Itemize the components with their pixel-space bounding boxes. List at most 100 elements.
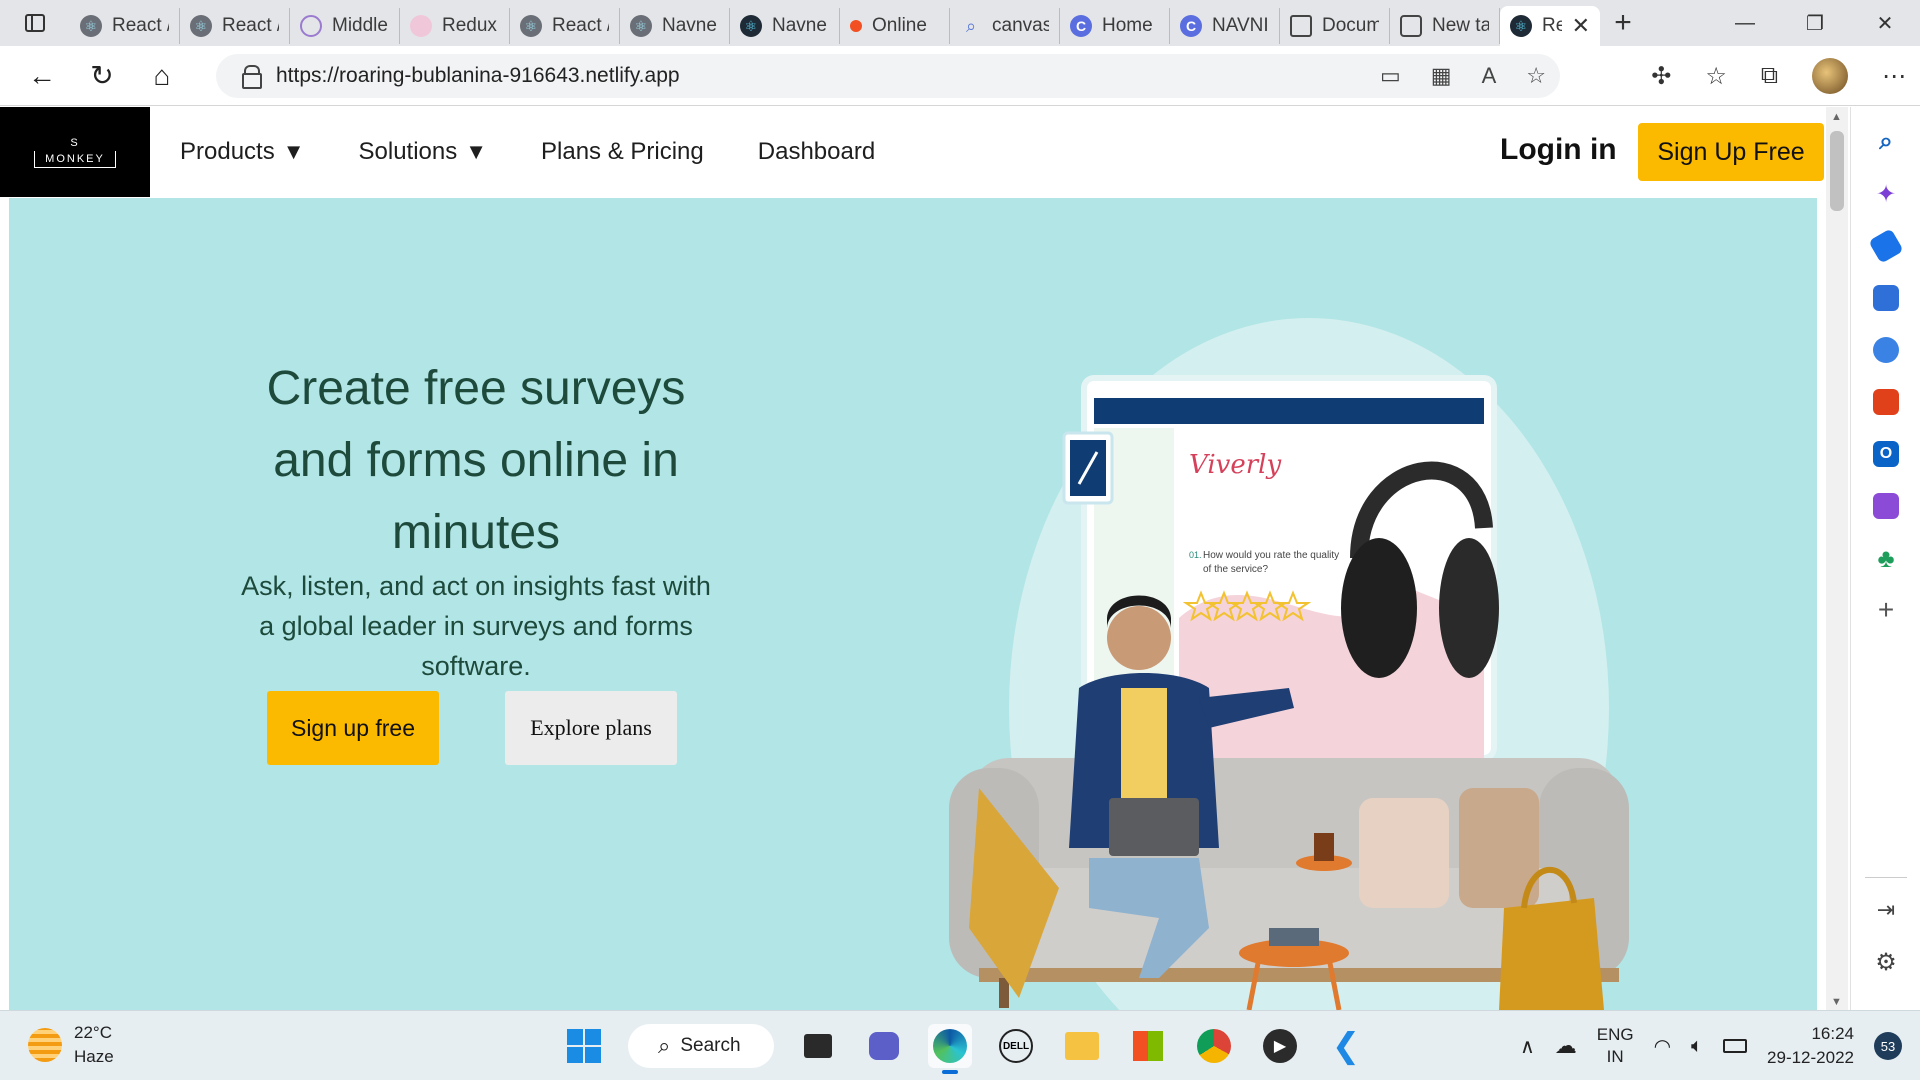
system-tray: ∧ ☁ ENG IN ◠ 🔈︎ 16:24 29-12-2022 53 — [1520, 1011, 1920, 1080]
nav-links: Products ▼ Solutions ▼ Plans & Pricing Das… — [180, 107, 875, 197]
scrollbar-thumb[interactable] — [1830, 131, 1844, 211]
hero-illustration: Viverly 01. How would you rate the quali… — [949, 318, 1629, 1010]
hero-subtitle: Ask, listen, and act on insights fast wi… — [241, 571, 711, 681]
address-bar[interactable]: https://roaring-bublanina-916643.netlify… — [216, 54, 1560, 98]
vscode-icon: ❮ — [1331, 1027, 1361, 1065]
notification-badge[interactable]: 53 — [1874, 1032, 1902, 1060]
new-tab-button[interactable]: + — [1600, 0, 1646, 46]
hero-section: Create free surveys and forms online in … — [9, 198, 1817, 1010]
sidebar-tree-icon[interactable]: ♣ — [1873, 543, 1899, 573]
nav-plans-pricing[interactable]: Plans & Pricing — [541, 138, 704, 166]
qr-code-icon[interactable]: ▦ — [1431, 63, 1452, 89]
site-logo[interactable]: S MONKEY — [0, 107, 150, 197]
add-favorite-icon[interactable]: ☆ — [1526, 63, 1546, 89]
home-button[interactable]: ⌂ — [132, 46, 192, 106]
sidebar-designer-icon[interactable] — [1873, 493, 1899, 519]
restore-button[interactable]: ❐ — [1780, 0, 1850, 46]
tab-label: Redux — [442, 15, 497, 36]
scroll-up-icon[interactable]: ▲ — [1831, 111, 1842, 123]
start-button[interactable] — [562, 1024, 606, 1068]
explore-plans-button[interactable]: Explore plans — [505, 691, 677, 765]
taskbar-search[interactable]: ⌕ Search — [628, 1024, 774, 1068]
app-available-icon[interactable]: ▭ — [1380, 63, 1401, 89]
sidebar-settings-icon[interactable]: ⚙ — [1873, 949, 1899, 976]
volume-icon[interactable]: 🔈︎ — [1691, 1035, 1703, 1058]
extensions-icon[interactable]: ✣ — [1651, 62, 1671, 91]
nav-dashboard[interactable]: Dashboard — [758, 138, 875, 166]
store-button[interactable] — [1126, 1024, 1170, 1068]
file-explorer-button[interactable] — [1060, 1024, 1104, 1068]
profile-avatar[interactable] — [1812, 58, 1848, 94]
browser-tab[interactable]: Online — [840, 8, 950, 44]
task-view-button[interactable] — [796, 1024, 840, 1068]
page-scrollbar[interactable]: ▲ ▼ — [1826, 107, 1848, 1010]
browser-tab[interactable]: ⚛ Navne — [730, 8, 840, 44]
browser-tab[interactable]: ⚛ React / — [180, 8, 290, 44]
tab-label: Home — [1102, 15, 1153, 36]
onedrive-icon[interactable]: ☁ — [1555, 1033, 1577, 1059]
browser-tab[interactable]: C Home — [1060, 8, 1170, 44]
show-hidden-icons[interactable]: ∧ — [1520, 1034, 1535, 1059]
favorites-icon[interactable]: ☆ — [1705, 62, 1727, 91]
tab-label: React / — [222, 15, 279, 36]
sidebar-tools-icon[interactable] — [1873, 285, 1899, 311]
weather-widget[interactable]: 22°C Haze — [28, 1021, 114, 1069]
browser-tab[interactable]: ⚛ Navne — [620, 8, 730, 44]
teams-chat-button[interactable] — [862, 1024, 906, 1068]
search-favicon-icon: ⌕ — [965, 15, 977, 36]
browser-toolbar: ← ↻ ⌂ https://roaring-bublanina-916643.n… — [0, 46, 1920, 106]
nav-solutions[interactable]: Solutions ▼ — [359, 138, 488, 166]
sidebar-office-icon[interactable] — [1873, 389, 1899, 415]
sidebar-outlook-icon[interactable]: O — [1873, 441, 1899, 467]
login-link[interactable]: Login in — [1500, 125, 1617, 175]
tab-label: React / — [552, 15, 609, 36]
refresh-button[interactable]: ↻ — [72, 46, 132, 106]
newtab-favicon-icon — [1400, 15, 1422, 37]
media-player-button[interactable]: ▶ — [1258, 1024, 1302, 1068]
read-aloud-icon[interactable]: A — [1482, 63, 1497, 89]
nav-products[interactable]: Products ▼ — [180, 138, 305, 166]
close-window-button[interactable]: ✕ — [1850, 0, 1920, 46]
hero-signup-button[interactable]: Sign up free — [267, 691, 439, 765]
sidebar-add-icon[interactable]: + — [1873, 594, 1899, 625]
chrome-button[interactable] — [1192, 1024, 1236, 1068]
sidebar-search-icon[interactable]: ⌕ — [1873, 128, 1899, 155]
lock-icon — [242, 65, 262, 89]
sidebar-divider — [1865, 877, 1907, 878]
browser-tab[interactable]: ⚛ React / — [510, 8, 620, 44]
collections-icon[interactable]: ⧉ — [1761, 62, 1778, 90]
battery-icon[interactable] — [1723, 1039, 1748, 1053]
tab-label: New ta — [1432, 15, 1489, 36]
browser-tab[interactable]: ⚛ React / — [70, 8, 180, 44]
back-button[interactable]: ← — [12, 46, 72, 106]
browser-tab[interactable]: Docum — [1280, 8, 1390, 44]
tab-label: Navne — [772, 15, 827, 36]
sidebar-games-icon[interactable] — [1873, 337, 1899, 363]
more-menu-icon[interactable]: ⋯ — [1882, 62, 1906, 91]
sidebar-hide-icon[interactable]: ⇥ — [1873, 897, 1899, 923]
wifi-icon[interactable]: ◠ — [1654, 1034, 1671, 1059]
weather-desc: Haze — [74, 1047, 114, 1066]
close-tab-icon[interactable]: ✕ — [1572, 13, 1590, 39]
nav-solutions-label: Solutions — [358, 138, 458, 165]
clock[interactable]: 16:24 29-12-2022 — [1767, 1022, 1854, 1070]
browser-tab[interactable]: Middle — [290, 8, 400, 44]
browser-tab[interactable]: Redux — [400, 8, 510, 44]
input-language[interactable]: ENG IN — [1597, 1024, 1634, 1068]
edge-taskbar-button[interactable] — [928, 1024, 972, 1074]
sidebar-shopping-icon[interactable] — [1868, 228, 1904, 264]
windows-taskbar: 22°C Haze ⌕ Search DELL ▶ ❮ ∧ ☁ ENG IN ◠… — [0, 1010, 1920, 1080]
tab-label: Online — [872, 15, 927, 36]
browser-tab[interactable]: New ta — [1390, 8, 1500, 44]
tab-actions-button[interactable] — [0, 0, 70, 46]
minimize-button[interactable]: — — [1710, 0, 1780, 46]
sidebar-copilot-icon[interactable]: ✦ — [1873, 181, 1899, 208]
browser-tab[interactable]: ⌕ canvas — [950, 8, 1060, 44]
browser-tab[interactable]: C NAVNI — [1170, 8, 1280, 44]
vscode-button[interactable]: ❮ — [1324, 1024, 1368, 1068]
chat-icon — [869, 1032, 899, 1060]
dell-button[interactable]: DELL — [994, 1024, 1038, 1068]
browser-tab-active[interactable]: ⚛ Re ✕ — [1500, 6, 1600, 46]
scroll-down-icon[interactable]: ▼ — [1831, 996, 1842, 1008]
signup-top-button[interactable]: Sign Up Free — [1638, 123, 1824, 181]
